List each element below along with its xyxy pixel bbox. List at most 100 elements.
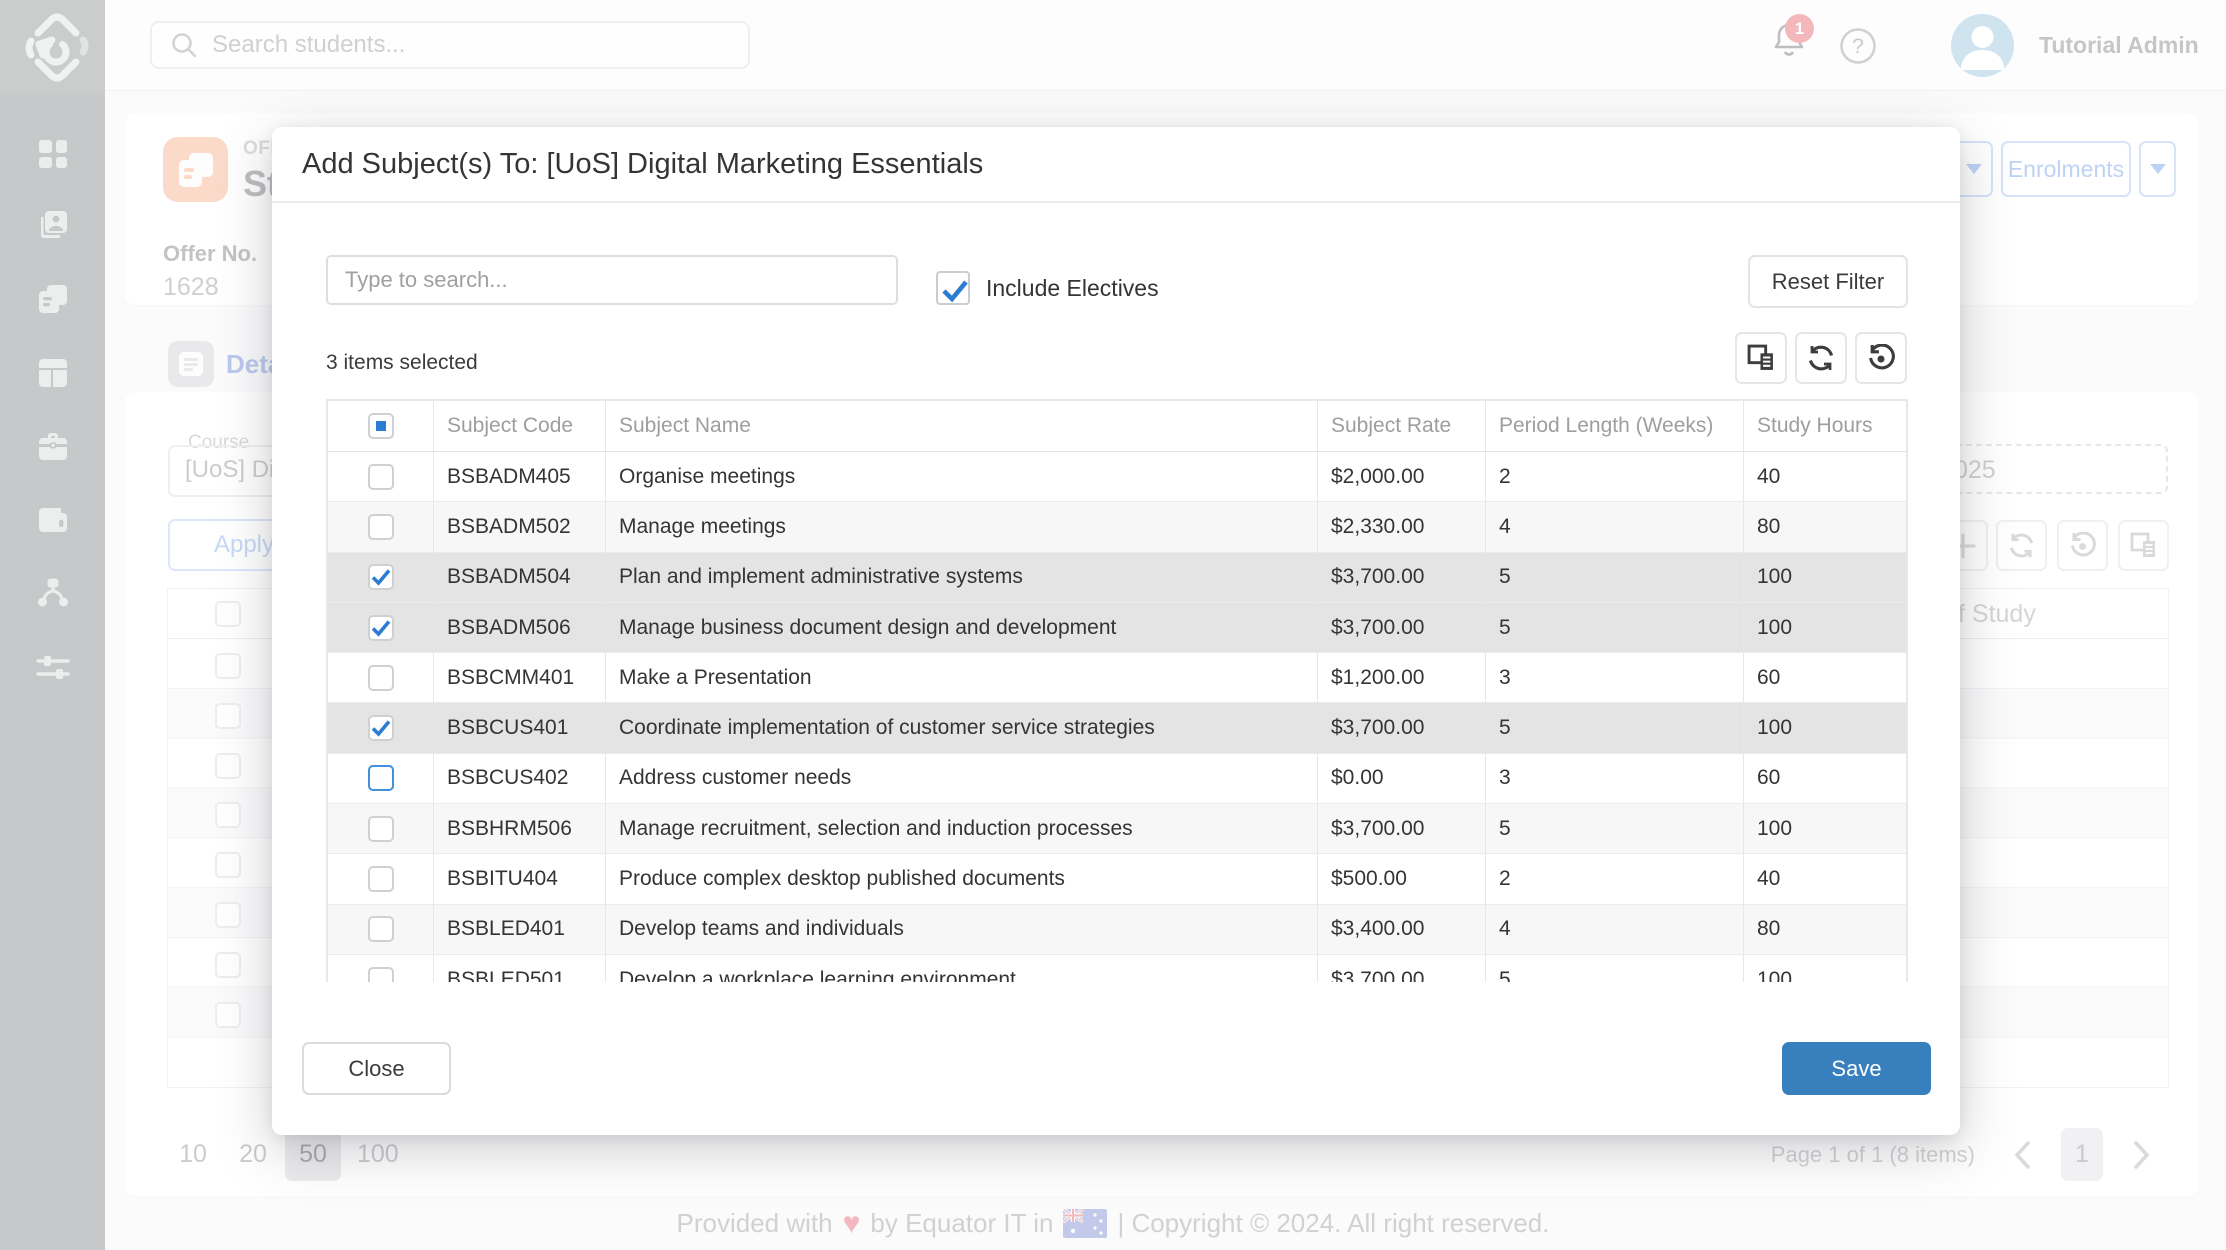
app-logo[interactable] (0, 0, 105, 95)
row-checkbox[interactable] (368, 816, 394, 842)
layout-icon[interactable] (0, 357, 105, 389)
table-row[interactable]: BSBCUS401 Coordinate implementation of c… (328, 703, 1906, 753)
bg-row-checkbox[interactable] (215, 653, 241, 679)
select-all-checkbox[interactable] (368, 413, 394, 439)
row-checkbox[interactable] (368, 464, 394, 490)
bg-revert-button[interactable] (2057, 520, 2108, 571)
table-row[interactable]: BSBADM405 Organise meetings $2,000.00 2 … (328, 452, 1906, 502)
table-row[interactable]: BSBLED401 Develop teams and individuals … (328, 905, 1906, 955)
help-button[interactable]: ? (1839, 27, 1877, 70)
cell-subject-name: Produce complex desktop published docume… (606, 854, 1318, 903)
cell-subject-rate: $1,200.00 (1318, 653, 1486, 702)
current-page-button[interactable]: 1 (2061, 1128, 2103, 1181)
revert-button[interactable] (1855, 332, 1907, 384)
table-row[interactable]: BSBLED501 Develop a workplace learning e… (328, 955, 1906, 982)
enrolments-dropdown[interactable] (2139, 141, 2176, 197)
dashboard-icon[interactable] (0, 139, 105, 169)
column-header-study-hours[interactable]: Study Hours (1744, 401, 1906, 451)
help-icon: ? (1839, 27, 1877, 65)
cell-subject-rate: $3,700.00 (1318, 804, 1486, 853)
bg-refresh-button[interactable] (1996, 520, 2047, 571)
footer: Provided with ♥ by Equator IT in | Copyr… (0, 1196, 2226, 1250)
wallet-icon[interactable] (0, 504, 105, 536)
table-row[interactable]: BSBADM502 Manage meetings $2,330.00 4 80 (328, 502, 1906, 552)
settings-sliders-icon[interactable] (0, 652, 105, 684)
cell-study-hours: 100 (1744, 703, 1906, 752)
cell-subject-rate: $3,700.00 (1318, 553, 1486, 602)
cell-subject-code: BSBLED501 (434, 955, 606, 982)
notifications-button[interactable]: 1 (1771, 20, 1827, 76)
bg-select-all-checkbox[interactable] (215, 601, 241, 627)
column-chooser-icon (1747, 344, 1775, 372)
selection-summary: 3 items selected (326, 339, 478, 387)
search-icon (170, 31, 198, 59)
column-header-subject-code[interactable]: Subject Code (434, 401, 606, 451)
chevron-left-icon[interactable] (2013, 1141, 2031, 1169)
cell-subject-rate: $3,700.00 (1318, 955, 1486, 982)
row-checkbox[interactable] (368, 916, 394, 942)
page-size-10[interactable]: 10 (165, 1128, 221, 1181)
include-electives-option[interactable]: Include Electives (936, 271, 1159, 305)
row-checkbox[interactable] (368, 866, 394, 892)
cell-subject-name: Make a Presentation (606, 653, 1318, 702)
students-search-input[interactable]: Search students... (150, 21, 750, 69)
column-header-subject-name[interactable]: Subject Name (606, 401, 1318, 451)
bg-row-checkbox[interactable] (215, 703, 241, 729)
cell-study-hours: 80 (1744, 502, 1906, 551)
refresh-button[interactable] (1795, 332, 1847, 384)
heart-icon: ♥ (843, 1209, 861, 1239)
cell-subject-rate: $3,400.00 (1318, 905, 1486, 954)
table-row[interactable]: BSBITU404 Produce complex desktop publis… (328, 854, 1906, 904)
cell-subject-name: Organise meetings (606, 452, 1318, 501)
cell-study-hours: 100 (1744, 804, 1906, 853)
subject-search-input[interactable]: Type to search... (326, 255, 898, 305)
row-checkbox[interactable] (368, 715, 394, 741)
save-button[interactable]: Save (1782, 1042, 1931, 1095)
students-icon[interactable] (0, 209, 105, 241)
row-checkbox[interactable] (368, 665, 394, 691)
page-size-20[interactable]: 20 (225, 1128, 281, 1181)
bg-row-checkbox[interactable] (215, 902, 241, 928)
bg-row-checkbox[interactable] (215, 952, 241, 978)
row-checkbox[interactable] (368, 765, 394, 791)
details-tab-icon (168, 341, 214, 387)
cell-period-length: 2 (1486, 452, 1744, 501)
offers-icon[interactable] (0, 283, 105, 315)
cell-subject-code: BSBHRM506 (434, 804, 606, 853)
user-name[interactable]: Tutorial Admin (2039, 0, 2199, 91)
page-size-100[interactable]: 100 (345, 1128, 411, 1181)
table-row[interactable]: BSBCUS402 Address customer needs $0.00 3… (328, 754, 1906, 804)
column-chooser-button[interactable] (1735, 332, 1787, 384)
close-button[interactable]: Close (302, 1042, 451, 1095)
cell-subject-code: BSBLED401 (434, 905, 606, 954)
cell-period-length: 2 (1486, 854, 1744, 903)
row-checkbox[interactable] (368, 615, 394, 641)
page-size-50[interactable]: 50 (285, 1128, 341, 1181)
bg-row-checkbox[interactable] (215, 753, 241, 779)
bg-column-chooser-button[interactable] (2118, 520, 2169, 571)
column-header-period-length[interactable]: Period Length (Weeks) (1486, 401, 1744, 451)
cell-subject-name: Manage business document design and deve… (606, 603, 1318, 652)
reset-filter-button[interactable]: Reset Filter (1748, 255, 1908, 308)
table-row[interactable]: BSBCMM401 Make a Presentation $1,200.00 … (328, 653, 1906, 703)
table-row[interactable]: BSBADM504 Plan and implement administrat… (328, 553, 1906, 603)
table-row[interactable]: BSBADM506 Manage business document desig… (328, 603, 1906, 653)
briefcase-icon[interactable] (0, 430, 105, 462)
bg-row-checkbox[interactable] (215, 1002, 241, 1028)
cell-period-length: 3 (1486, 653, 1744, 702)
row-checkbox[interactable] (368, 967, 394, 982)
include-electives-label: Include Electives (986, 271, 1159, 305)
bg-row-checkbox[interactable] (215, 852, 241, 878)
network-icon[interactable] (0, 577, 105, 609)
enrolments-button[interactable]: Enrolments (2001, 141, 2131, 197)
page-info: Page 1 of 1 (8 items) 1 (1771, 1128, 2151, 1181)
row-checkbox[interactable] (368, 564, 394, 590)
row-checkbox[interactable] (368, 514, 394, 540)
column-header-subject-rate[interactable]: Subject Rate (1318, 401, 1486, 451)
table-row[interactable]: BSBHRM506 Manage recruitment, selection … (328, 804, 1906, 854)
include-electives-checkbox[interactable] (936, 271, 970, 305)
user-avatar[interactable] (1951, 14, 2014, 77)
chevron-right-icon[interactable] (2133, 1141, 2151, 1169)
bg-row-checkbox[interactable] (215, 802, 241, 828)
offer-actions-dropdown[interactable] (1955, 141, 1993, 197)
